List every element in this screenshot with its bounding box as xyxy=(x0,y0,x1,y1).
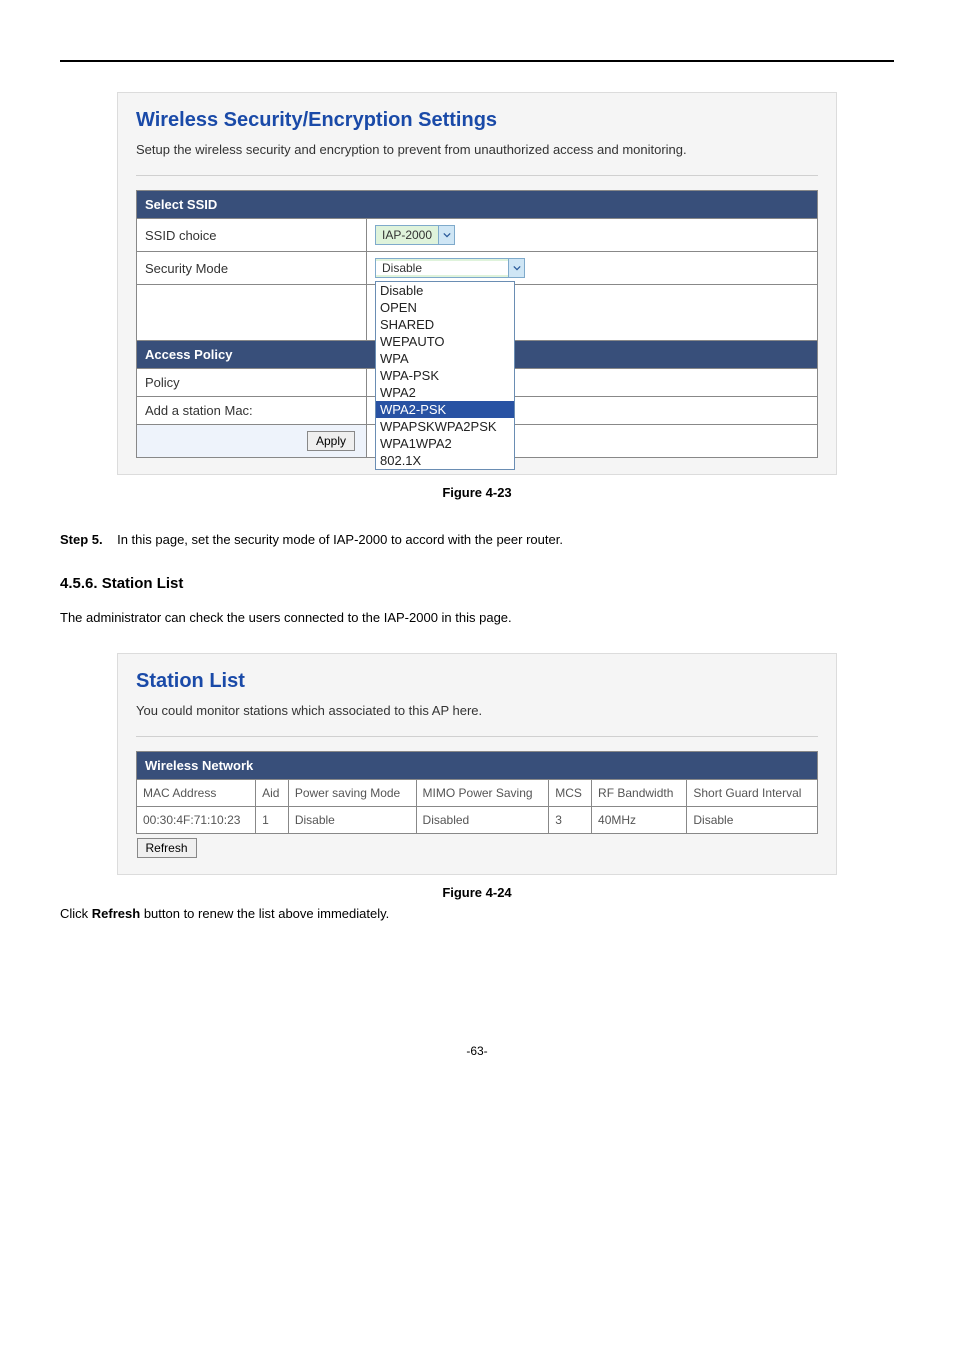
col-mcs: MCS xyxy=(549,779,592,806)
col-mimo: MIMO Power Saving xyxy=(416,779,549,806)
ssid-select-value: IAP-2000 xyxy=(376,228,438,242)
cell-sgi: Disable xyxy=(687,806,818,833)
cell-mcs: 3 xyxy=(549,806,592,833)
security-mode-select[interactable]: Disable xyxy=(375,258,525,278)
select-ssid-header: Select SSID xyxy=(137,191,818,219)
panel-divider-2 xyxy=(136,736,818,737)
cell-rfbw: 40MHz xyxy=(592,806,687,833)
panel-divider xyxy=(136,175,818,176)
chevron-down-icon xyxy=(508,259,524,277)
col-psm: Power saving Mode xyxy=(288,779,416,806)
station-list-panel: Station List You could monitor stations … xyxy=(117,653,837,875)
step-5-text: Step 5. In this page, set the security m… xyxy=(60,530,894,551)
panel-title: Wireless Security/Encryption Settings xyxy=(136,109,818,132)
ssid-choice-label: SSID choice xyxy=(137,219,367,252)
cell-aid: 1 xyxy=(256,806,289,833)
security-mode-option[interactable]: OPEN xyxy=(376,299,514,316)
cell-mac: 00:30:4F:71:10:23 xyxy=(137,806,256,833)
security-mode-option[interactable]: WPA2-PSK xyxy=(376,401,514,418)
chevron-down-icon xyxy=(438,226,454,244)
step-content: In this page, set the security mode of I… xyxy=(117,532,563,547)
table-header-row: MAC Address Aid Power saving Mode MIMO P… xyxy=(137,779,818,806)
security-mode-option[interactable]: WEPAUTO xyxy=(376,333,514,350)
apply-button[interactable]: Apply xyxy=(307,431,355,451)
figure-caption-2: Figure 4-24 xyxy=(60,885,894,900)
section-intro: The administrator can check the users co… xyxy=(60,608,894,629)
security-mode-option[interactable]: WPA xyxy=(376,350,514,367)
security-mode-value: Disable xyxy=(376,261,508,275)
col-rfbw: RF Bandwidth xyxy=(592,779,687,806)
after-figure-text: Click Refresh button to renew the list a… xyxy=(60,904,894,925)
add-station-label: Add a station Mac: xyxy=(137,397,367,425)
security-settings-panel: Wireless Security/Encryption Settings Se… xyxy=(117,92,837,475)
security-mode-dropdown[interactable]: DisableOPENSHAREDWEPAUTOWPAWPA-PSKWPA2WP… xyxy=(375,281,515,470)
security-mode-option[interactable]: WPAPSKWPA2PSK xyxy=(376,418,514,435)
policy-label: Policy xyxy=(137,369,367,397)
figure-caption-1: Figure 4-23 xyxy=(60,485,894,500)
after-bold: Refresh xyxy=(92,906,140,921)
page-divider xyxy=(60,60,894,62)
security-mode-option[interactable]: SHARED xyxy=(376,316,514,333)
ssid-choice-cell: IAP-2000 xyxy=(367,219,818,252)
after-post: button to renew the list above immediate… xyxy=(140,906,389,921)
security-mode-option[interactable]: WPA1WPA2 xyxy=(376,435,514,452)
security-mode-option[interactable]: WPA-PSK xyxy=(376,367,514,384)
section-heading: 4.5.6. Station List xyxy=(60,575,894,592)
refresh-cell: Refresh xyxy=(137,833,818,858)
station-table: Wireless Network MAC Address Aid Power s… xyxy=(136,751,818,858)
security-mode-cell: Disable DisableOPENSHAREDWEPAUTOWPAWPA-P… xyxy=(367,252,818,285)
col-mac: MAC Address xyxy=(137,779,256,806)
step-label: Step 5. xyxy=(60,532,103,547)
panel-description: Setup the wireless security and encrypti… xyxy=(136,142,818,157)
security-mode-label: Security Mode xyxy=(137,252,367,285)
wireless-network-header: Wireless Network xyxy=(137,751,818,779)
col-aid: Aid xyxy=(256,779,289,806)
after-pre: Click xyxy=(60,906,92,921)
ssid-select[interactable]: IAP-2000 xyxy=(375,225,455,245)
refresh-button[interactable]: Refresh xyxy=(137,838,197,858)
table-row: 00:30:4F:71:10:23 1 Disable Disabled 3 4… xyxy=(137,806,818,833)
cell-mimo: Disabled xyxy=(416,806,549,833)
settings-table: Select SSID SSID choice IAP-2000 Securit… xyxy=(136,190,818,458)
spacer-cell xyxy=(137,285,367,341)
security-mode-option[interactable]: WPA2 xyxy=(376,384,514,401)
cell-psm: Disable xyxy=(288,806,416,833)
security-mode-option[interactable]: 802.1X xyxy=(376,452,514,469)
col-sgi: Short Guard Interval xyxy=(687,779,818,806)
panel-desc-2: You could monitor stations which associa… xyxy=(136,703,818,718)
panel-title-2: Station List xyxy=(136,670,818,693)
security-mode-option[interactable]: Disable xyxy=(376,282,514,299)
page-number: -63- xyxy=(60,1044,894,1058)
